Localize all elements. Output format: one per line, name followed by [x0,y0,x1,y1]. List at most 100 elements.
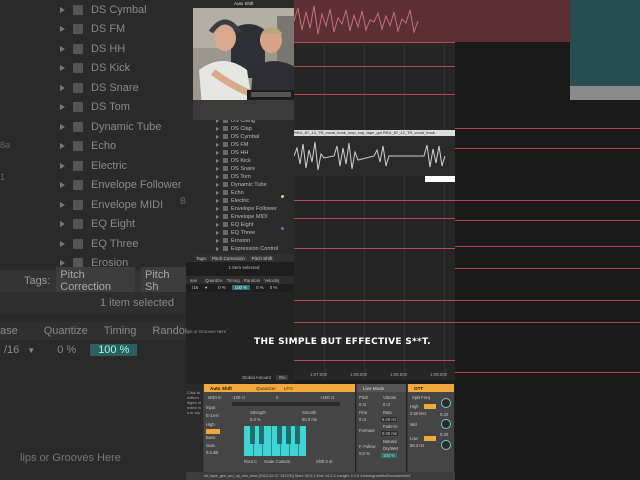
groove-row[interactable]: /16 ▼ 0 % 100 % 0 % 0 % [186,284,294,290]
automation-line [455,322,640,323]
black-key[interactable] [277,426,282,444]
black-key[interactable] [250,426,255,444]
device-icon [73,4,83,15]
browser-item[interactable]: DS FM [216,141,248,149]
tag-pitch-shift: Pitch Sh [141,267,186,295]
black-key[interactable] [259,426,264,444]
tag-pitch-shift[interactable]: Pitch Shift [249,255,275,261]
live-mode-title[interactable]: Live Mode [357,384,406,392]
split-freq-label: Split Freq [412,395,430,400]
background-left-panel: DS Cymbal DS FM DS HH DS Kick DS Snare D… [0,0,186,480]
ott-device: OTT Split Freq High 2.50 kHz Mid Low 88.… [408,384,455,472]
ott-knob[interactable] [441,419,451,429]
gain-value[interactable]: 0.0 dB [206,450,218,455]
low-band-value[interactable]: 88.3 Hz [410,443,424,448]
browser-item[interactable]: Echo [216,189,244,197]
global-amount-value[interactable]: 0% [276,375,289,380]
ott-side-value[interactable]: 0.20 [440,432,448,437]
formant-label: Formant [359,428,375,433]
browser-item[interactable]: EQ Three [216,229,255,237]
scale-label[interactable]: Scale Custom [264,459,290,464]
low-band-label[interactable]: Low [410,436,418,441]
midi-in-label[interactable]: MIDI In [208,395,222,400]
device-icon [223,158,228,164]
browser-item[interactable]: DS HH [216,149,248,157]
mid-band-label[interactable]: Mid [410,422,417,427]
shift-label[interactable]: Shift 0 st [316,459,332,464]
browser-item[interactable]: DS Kick [216,157,251,165]
ott-title[interactable]: OTT [408,384,454,392]
background-groove-hint: lips or Grooves Here [20,452,121,464]
expand-triangle-icon [60,260,65,267]
dry-wet-value[interactable]: 100 % [381,453,397,458]
expand-triangle-icon [216,246,219,251]
scale-keyboard[interactable] [244,426,306,456]
background-selection-status: 1 item selected [0,292,186,314]
grid-line [444,42,445,380]
chevron-down-icon[interactable]: ▼ [204,285,208,290]
fine-value[interactable]: 0 ct [359,417,366,422]
smooth-value[interactable]: 50.0 ms [302,417,317,422]
input-label: Input [206,405,216,410]
high-band-label[interactable]: High [410,404,419,409]
device-icon [223,206,228,212]
automation-line [455,268,640,269]
expand-triangle-icon [216,142,219,147]
device-icon [73,121,83,132]
audio-clip[interactable]: Auto Shift [234,0,455,42]
browser-item[interactable]: EQ Eight [216,221,253,229]
black-key[interactable] [295,426,300,444]
black-key[interactable] [286,426,291,444]
high-band-value[interactable]: 2.50 kHz [410,411,427,416]
video-caption: THE SIMPLE BUT EFFECTIVE S**T. [254,337,431,347]
time-ruler[interactable]: 1:07:000 1:08:000 1:08:500 1:09:000 [294,370,455,380]
strength-value[interactable]: 0.0 % [250,417,261,422]
browser-item[interactable]: Envelope MIDI [216,213,268,221]
expand-triangle-icon [216,206,219,211]
tag-pitch-correction[interactable]: Pitch Correction [209,255,247,261]
status-bar: rkt_tape_gen_am_up_mix_tone [2024-02-07 … [186,472,455,480]
f-follow-value[interactable]: 0.0 % [359,451,370,456]
browser-item[interactable]: DS Cymbal [216,133,259,141]
browser-item[interactable]: DS Clap [216,125,252,133]
smooth-label: Smooth [302,410,317,415]
automation-line [455,128,640,129]
expand-triangle-icon [216,182,219,187]
automation-line [455,300,640,301]
strength-label: Strength [250,410,266,415]
bass-label[interactable]: Bass [206,435,215,440]
expand-triangle-icon [216,126,219,131]
dry-wet-label: Dry/Wet [383,446,399,451]
high-label[interactable]: High [206,422,215,427]
tab-quantizer[interactable]: Quantizer [256,386,276,391]
device-icon [73,24,83,35]
vibrato-amount[interactable]: 0 ct [383,402,390,407]
tags-bar: Tags: Pitch Correction Pitch Shift [194,254,294,262]
tab-lfo[interactable]: LFO [284,386,293,391]
auto-shift-title[interactable]: Auto Shift Quantizer LFO [204,384,355,392]
background-teal-clip [570,0,640,86]
list-item: Echo [60,137,186,157]
device-icon [223,222,228,228]
ott-knob[interactable] [441,440,451,450]
browser-item[interactable]: DS Snare [216,165,255,173]
input-value[interactable]: E-14-6 [206,413,219,418]
browser-item[interactable]: Electric [216,197,249,205]
ott-side-value[interactable]: 0.20 [440,412,448,417]
natural-label[interactable]: Natural [383,439,397,444]
rate-value[interactable]: 6.00 Hz [381,417,398,422]
list-item: EQ Three [60,234,186,254]
automation-line [455,246,640,247]
browser-item[interactable]: Envelope Follower [216,205,277,213]
browser-item[interactable]: DS Tom [216,173,251,181]
fade-in-value[interactable]: 0.00 ms [381,431,398,436]
root-label[interactable]: Root C [244,459,257,464]
browser-item[interactable]: Erosion [216,237,250,245]
browser-item[interactable]: Dynamic Tube [216,181,267,189]
automation-line [294,360,455,361]
ott-knob[interactable] [441,398,451,408]
browser-item[interactable]: Expression Control [216,245,278,253]
high-toggle[interactable] [206,429,220,434]
vocal-clip[interactable] [293,136,455,176]
pitch-value[interactable]: 0 st [359,402,366,407]
